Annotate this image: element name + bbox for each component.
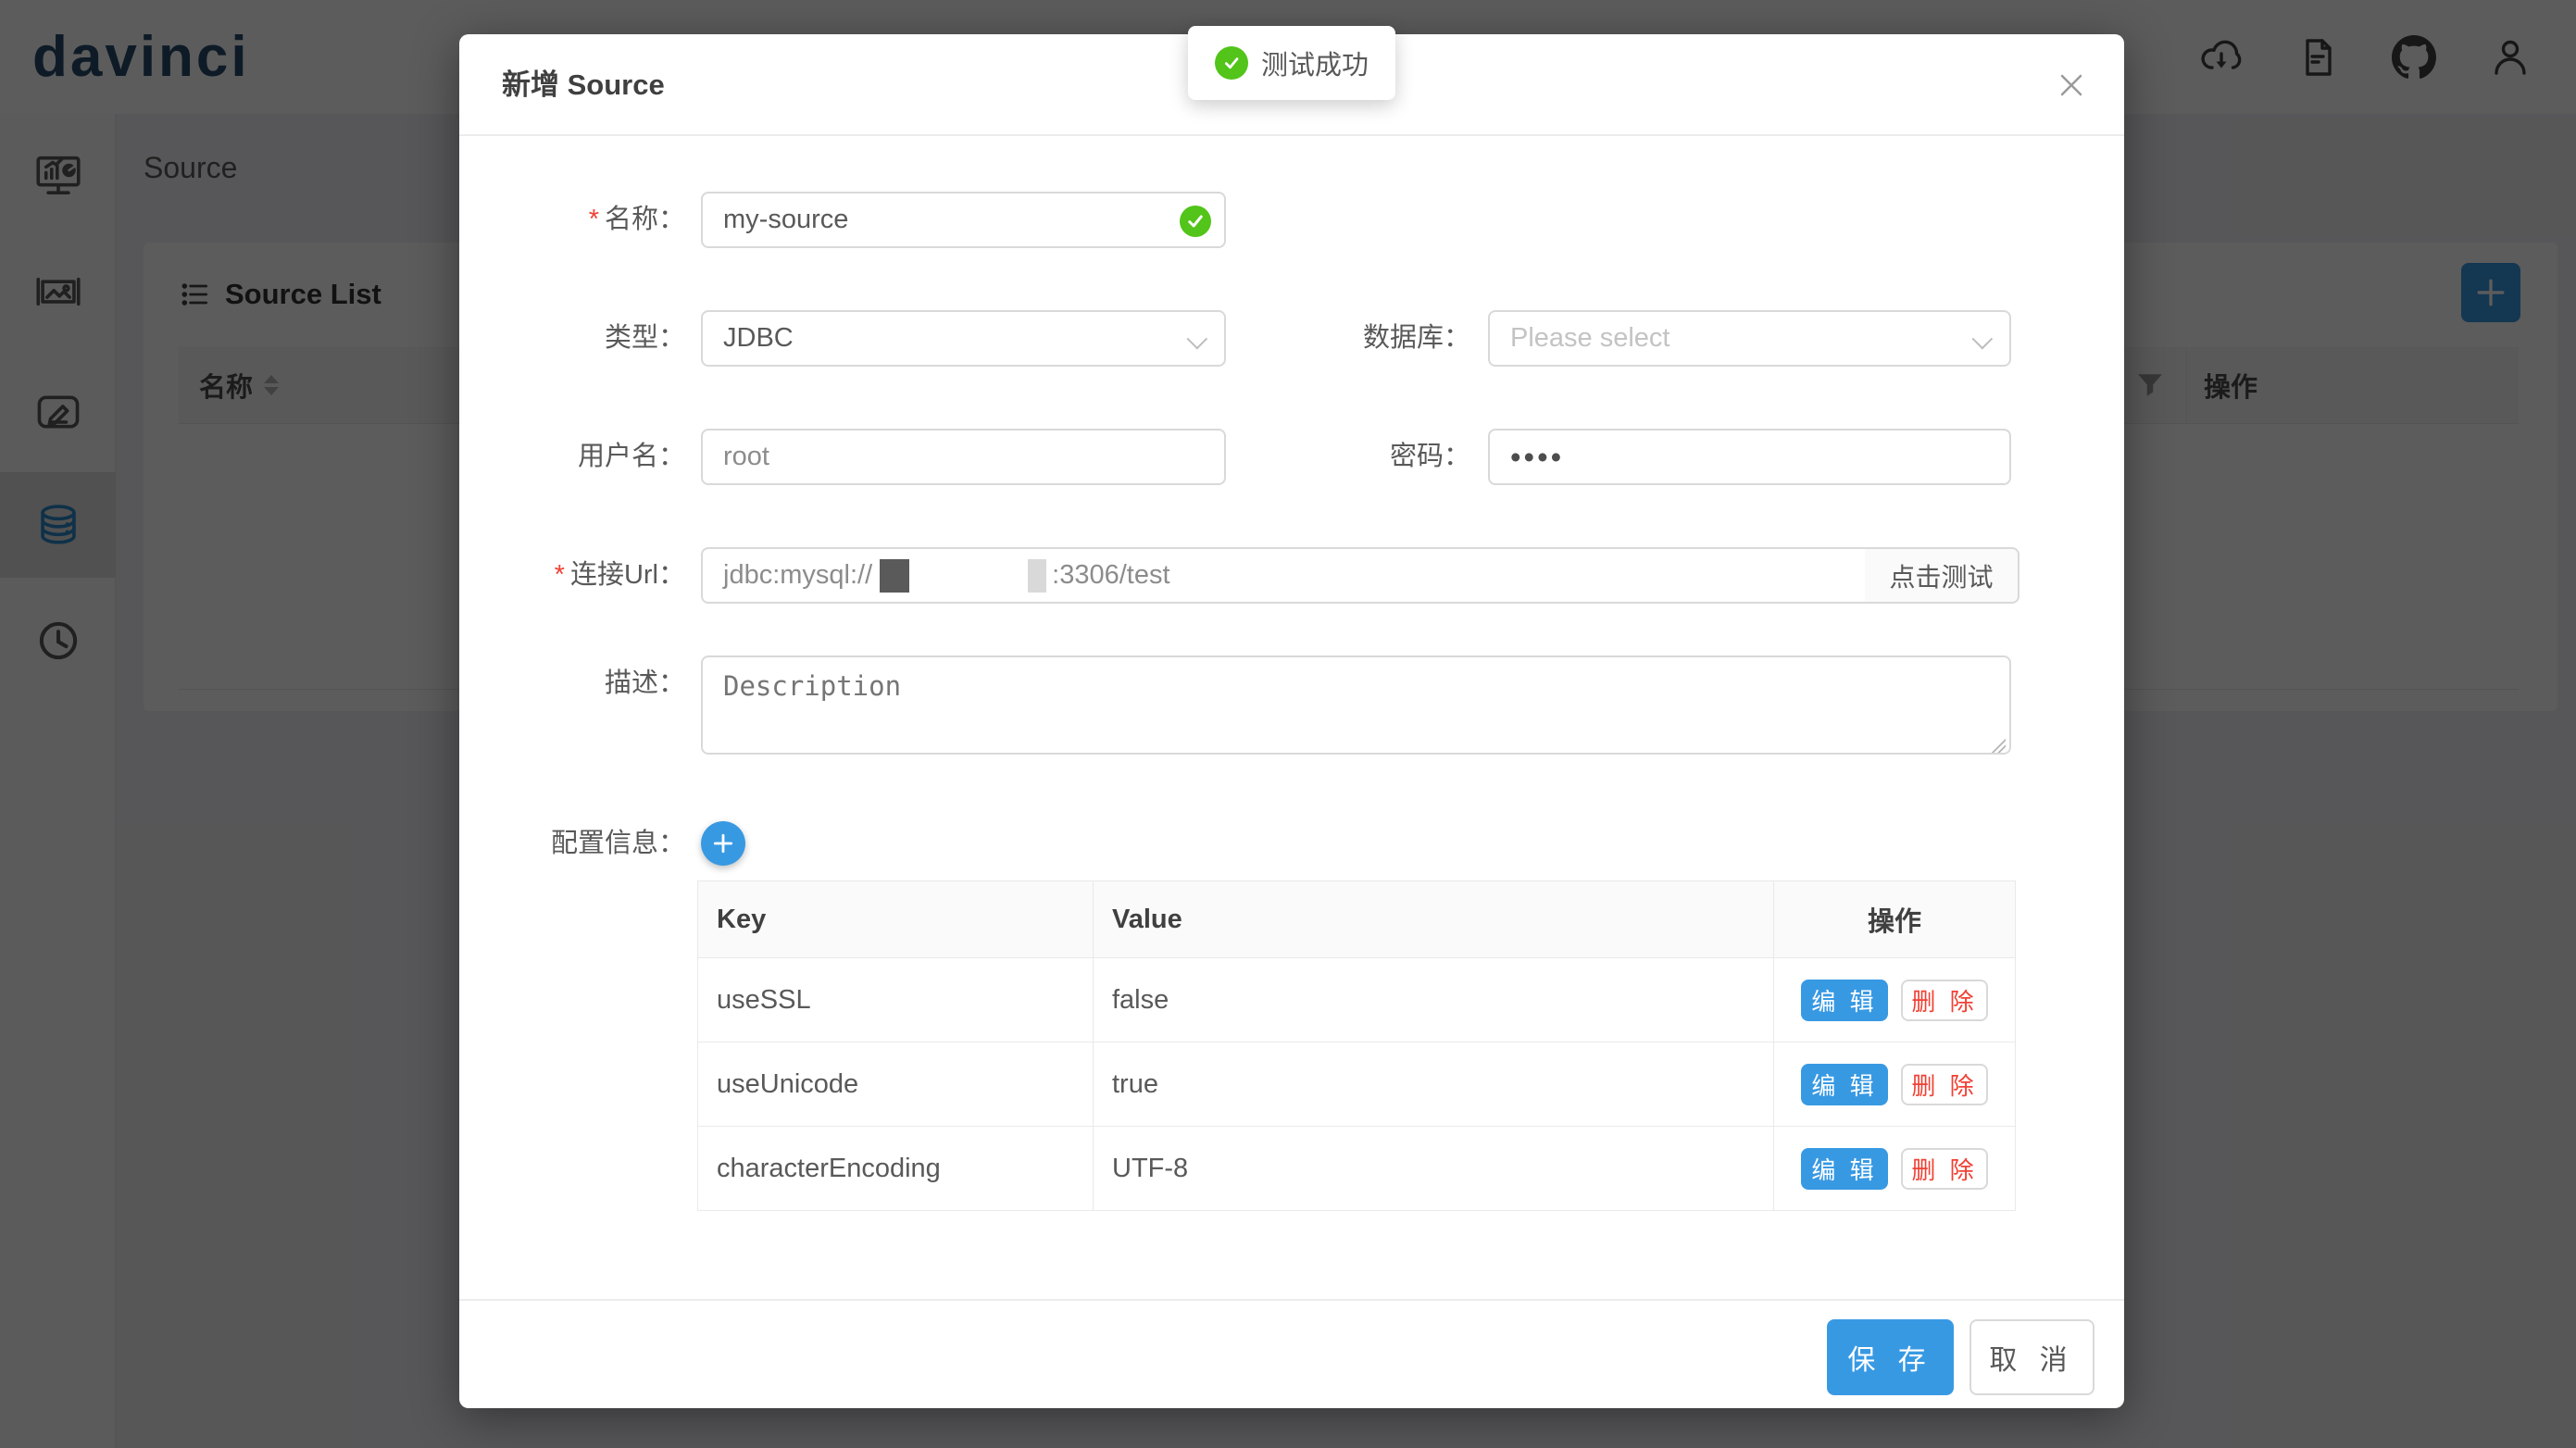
success-check-icon bbox=[1215, 46, 1248, 80]
success-toast: 测试成功 bbox=[1188, 26, 1395, 100]
close-icon[interactable] bbox=[2046, 60, 2096, 110]
description-textarea[interactable] bbox=[701, 655, 2011, 755]
chevron-down-icon bbox=[1187, 329, 1208, 350]
name-input[interactable]: my-source bbox=[701, 192, 1226, 248]
config-label: 配置信息： bbox=[459, 821, 685, 866]
url-label: *连接Url： bbox=[459, 547, 685, 604]
table-row: useSSL false 编 辑 删 除 bbox=[698, 958, 2015, 1042]
url-input[interactable]: jdbc:mysql:// :3306/test bbox=[701, 547, 1867, 604]
test-connection-button[interactable]: 点击测试 bbox=[1865, 547, 2020, 604]
chevron-down-icon bbox=[1972, 329, 1994, 350]
name-label: *名称： bbox=[459, 192, 685, 248]
config-col-key: Key bbox=[698, 881, 1094, 957]
delete-button[interactable]: 删 除 bbox=[1901, 1064, 1988, 1105]
type-label: 类型： bbox=[459, 310, 685, 367]
delete-button[interactable]: 删 除 bbox=[1901, 1148, 1988, 1190]
username-label: 用户名： bbox=[459, 429, 685, 485]
database-label: 数据库： bbox=[1244, 310, 1470, 367]
database-select[interactable]: Please select bbox=[1488, 310, 2011, 367]
add-config-button[interactable] bbox=[701, 821, 745, 866]
modal-title: 新增 Source bbox=[502, 34, 665, 136]
table-row: useUnicode true 编 辑 删 除 bbox=[698, 1042, 2015, 1127]
edit-button[interactable]: 编 辑 bbox=[1801, 980, 1888, 1021]
description-label: 描述： bbox=[459, 655, 685, 712]
config-table-header: Key Value 操作 bbox=[698, 881, 2015, 958]
redacted-host-block-2 bbox=[1028, 559, 1046, 593]
redacted-host-block bbox=[880, 559, 909, 593]
table-row: characterEncoding UTF-8 编 辑 删 除 bbox=[698, 1127, 2015, 1211]
config-col-value: Value bbox=[1094, 881, 1774, 957]
password-label: 密码： bbox=[1244, 429, 1470, 485]
required-mark: * bbox=[555, 560, 565, 590]
required-mark: * bbox=[589, 205, 599, 234]
modal-footer: 保 存 取 消 bbox=[459, 1299, 2124, 1408]
config-table: Key Value 操作 useSSL false 编 辑 删 除 useUni… bbox=[697, 880, 2016, 1211]
edit-button[interactable]: 编 辑 bbox=[1801, 1064, 1888, 1105]
password-input[interactable]: •••• bbox=[1488, 429, 2011, 485]
cancel-button[interactable]: 取 消 bbox=[1970, 1319, 2095, 1395]
app-root: davinci bbox=[0, 0, 2576, 1448]
type-select[interactable]: JDBC bbox=[701, 310, 1226, 367]
config-col-ops: 操作 bbox=[1774, 881, 2015, 957]
edit-button[interactable]: 编 辑 bbox=[1801, 1148, 1888, 1190]
toast-message: 测试成功 bbox=[1261, 44, 1369, 82]
plus-icon bbox=[711, 831, 735, 855]
add-source-modal: 新增 Source *名称： my-source 类型： JDBC 数据库： P… bbox=[459, 34, 2124, 1408]
save-button[interactable]: 保 存 bbox=[1827, 1319, 1954, 1395]
username-input[interactable]: root bbox=[701, 429, 1226, 485]
valid-check-icon bbox=[1180, 206, 1211, 237]
delete-button[interactable]: 删 除 bbox=[1901, 980, 1988, 1021]
